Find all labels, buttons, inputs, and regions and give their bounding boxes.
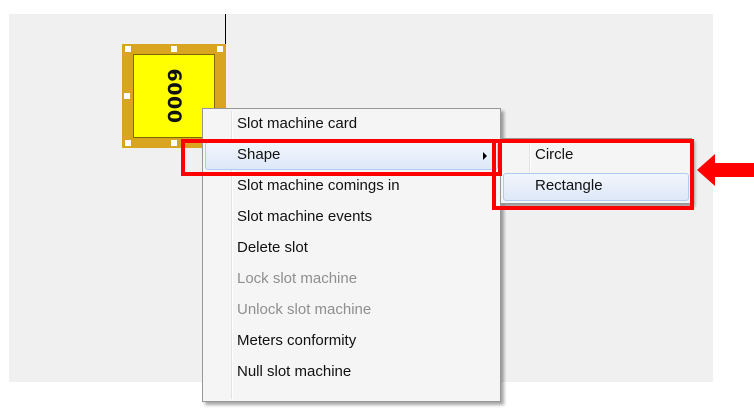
menu-item-label: Rectangle <box>535 177 603 194</box>
menu-item-lock-slot-machine: Lock slot machine <box>205 266 498 294</box>
menu-item-label: Slot machine comings in <box>237 177 400 194</box>
slot-machine-number: 6000 <box>163 68 185 124</box>
resize-handle-left[interactable] <box>124 93 130 99</box>
menu-item-slot-machine-card[interactable]: Slot machine card <box>205 111 498 139</box>
menu-item-rectangle[interactable]: Rectangle <box>503 173 689 201</box>
menu-item-label: Null slot machine <box>237 363 352 380</box>
context-menu: Slot machine card Shape Slot machine com… <box>202 108 501 402</box>
menu-item-label: Delete slot <box>237 239 308 256</box>
shape-submenu: Circle Rectangle <box>500 138 692 204</box>
menu-item-shape[interactable]: Shape <box>205 142 498 170</box>
menu-item-label: Shape <box>237 146 281 163</box>
resize-handle-bottom[interactable] <box>171 140 177 146</box>
menu-item-delete-slot[interactable]: Delete slot <box>205 235 498 263</box>
menu-item-meters-conformity[interactable]: Meters conformity <box>205 328 498 356</box>
menu-item-slot-machine-comings-in[interactable]: Slot machine comings in <box>205 173 498 201</box>
menu-item-label: Meters conformity <box>237 332 357 349</box>
resize-handle-top[interactable] <box>171 46 177 52</box>
menu-item-slot-machine-events[interactable]: Slot machine events <box>205 204 498 232</box>
menu-item-unlock-slot-machine: Unlock slot machine <box>205 297 498 325</box>
menu-item-label: Unlock slot machine <box>237 301 372 318</box>
submenu-arrow-icon <box>483 152 487 160</box>
resize-handle-top-right[interactable] <box>217 46 223 52</box>
resize-handle-bottom-left[interactable] <box>125 140 131 146</box>
resize-handle-top-left[interactable] <box>125 46 131 52</box>
menu-item-label: Lock slot machine <box>237 270 358 287</box>
menu-item-label: Circle <box>535 146 574 163</box>
red-arrow-icon <box>697 154 754 186</box>
menu-item-circle[interactable]: Circle <box>503 142 689 170</box>
menu-item-label: Slot machine events <box>237 208 373 225</box>
menu-item-null-slot-machine[interactable]: Null slot machine <box>205 359 498 387</box>
menu-item-label: Slot machine card <box>237 115 358 132</box>
